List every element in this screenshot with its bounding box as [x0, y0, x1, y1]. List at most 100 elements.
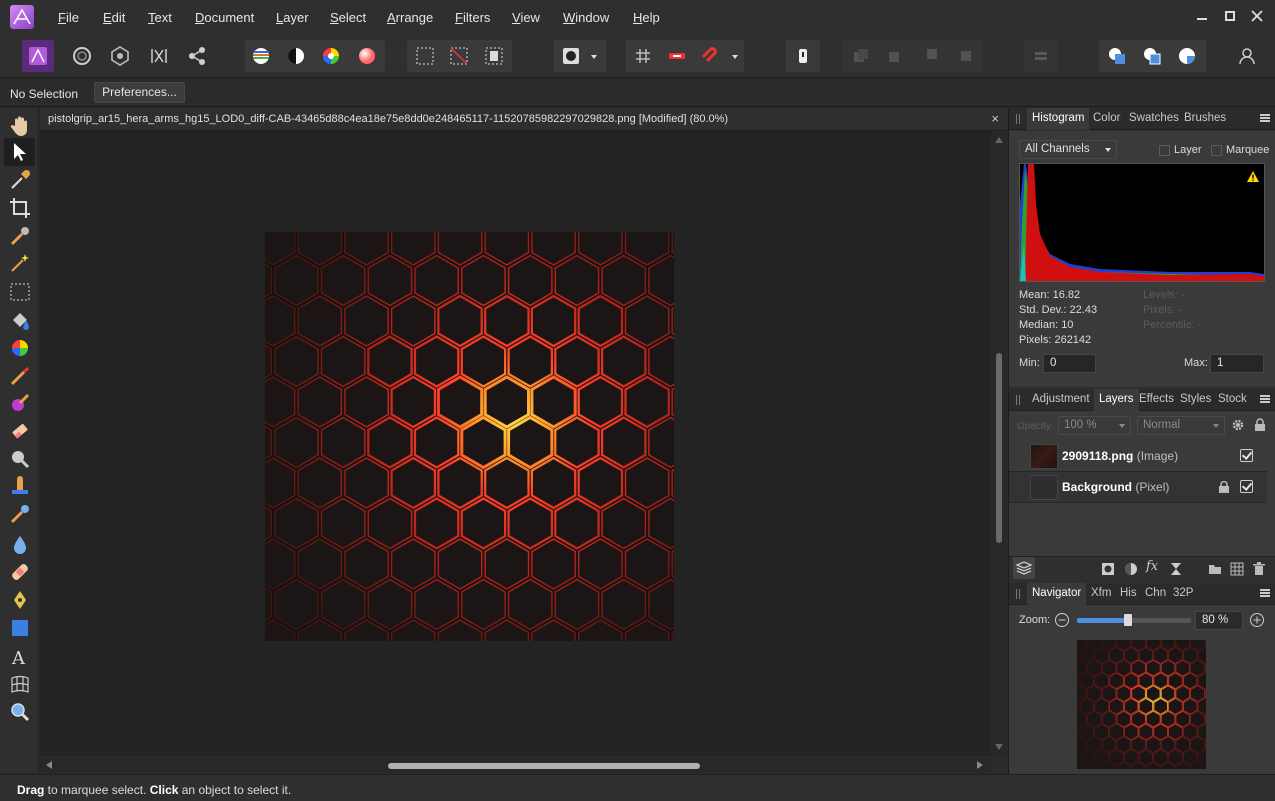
zoom-tool-icon[interactable] — [8, 700, 32, 724]
liquify-persona-icon[interactable] — [66, 40, 98, 72]
panel-menu-icon[interactable] — [1260, 395, 1270, 403]
preferences-button[interactable]: Preferences... — [94, 82, 185, 103]
blend-mode-dropdown[interactable]: Normal — [1137, 416, 1225, 435]
tab-channels[interactable]: Chn — [1145, 587, 1166, 599]
color-wheel-icon[interactable] — [315, 40, 347, 72]
artistic-text-icon[interactable]: A — [8, 645, 32, 669]
tab-adjustment[interactable]: Adjustment — [1032, 393, 1090, 405]
close-document-icon[interactable]: × — [991, 111, 999, 126]
panel-grip-icon[interactable] — [1016, 114, 1020, 124]
move-backward-icon[interactable] — [880, 40, 912, 72]
white-balance-icon[interactable] — [351, 40, 383, 72]
flood-select-icon[interactable] — [8, 251, 32, 275]
move-front-icon[interactable] — [950, 40, 982, 72]
min-field[interactable]: 0 — [1043, 354, 1096, 373]
flood-fill-icon[interactable] — [8, 308, 32, 332]
menu-window[interactable]: Window — [563, 10, 609, 25]
mesh-warp-icon[interactable] — [8, 672, 32, 696]
tab-history[interactable]: His — [1120, 587, 1137, 599]
tab-histogram[interactable]: Histogram — [1027, 108, 1090, 130]
quick-mask-icon[interactable] — [555, 40, 587, 72]
minimize-icon[interactable] — [1194, 8, 1210, 24]
blur-brush-icon[interactable] — [8, 533, 32, 557]
add-shape-icon[interactable] — [1101, 40, 1133, 72]
lock-icon[interactable] — [1254, 418, 1266, 435]
crop-tool-icon[interactable] — [8, 196, 32, 220]
navigator-preview[interactable] — [1077, 640, 1206, 769]
panel-menu-icon[interactable] — [1260, 114, 1270, 122]
tab-navigator[interactable]: Navigator — [1027, 583, 1087, 605]
channel-dropdown[interactable]: All Channels — [1019, 140, 1117, 159]
color-picker-icon[interactable] — [8, 168, 32, 192]
levels-icon[interactable] — [245, 40, 277, 72]
share-icon[interactable] — [181, 40, 213, 72]
layers-stack-icon[interactable] — [1013, 557, 1035, 579]
intersect-shape-icon[interactable] — [1171, 40, 1203, 72]
assistant-icon[interactable] — [661, 40, 693, 72]
contrast-icon[interactable] — [280, 40, 312, 72]
user-account-icon[interactable] — [1231, 40, 1263, 72]
panel-grip-icon[interactable] — [1016, 589, 1020, 599]
develop-persona-icon[interactable] — [104, 40, 136, 72]
live-filter-icon[interactable] — [1169, 562, 1183, 579]
healing-brush-icon[interactable] — [8, 560, 32, 584]
tab-layers[interactable]: Layers — [1094, 389, 1139, 411]
layer-lock-icon[interactable] — [1219, 480, 1229, 496]
paint-brush-icon[interactable] — [8, 364, 32, 388]
opacity-dropdown[interactable]: 100 % — [1058, 416, 1131, 435]
menu-layer[interactable]: Layer — [276, 10, 309, 25]
grid-icon[interactable] — [627, 40, 659, 72]
menu-arrange[interactable]: Arrange — [387, 10, 433, 25]
quick-mask-dropdown-icon[interactable] — [584, 40, 604, 72]
menu-filters[interactable]: Filters — [455, 10, 490, 25]
select-all-icon[interactable] — [409, 40, 441, 72]
photo-persona-icon[interactable] — [22, 40, 54, 72]
canvas[interactable] — [40, 131, 991, 756]
scroll-down-icon[interactable] — [995, 744, 1003, 750]
menu-document[interactable]: Document — [195, 10, 254, 25]
move-tool-icon[interactable] — [4, 138, 35, 166]
add-group-icon[interactable] — [1208, 562, 1222, 579]
tab-color[interactable]: Color — [1093, 112, 1120, 124]
tab-styles[interactable]: Styles — [1180, 393, 1211, 405]
invert-selection-icon[interactable] — [478, 40, 510, 72]
pen-tool-icon[interactable] — [8, 588, 32, 612]
menu-view[interactable]: View — [512, 10, 540, 25]
marquee-checkbox[interactable] — [1211, 145, 1222, 156]
layer-visibility-checkbox[interactable] — [1240, 480, 1253, 493]
menu-edit[interactable]: Edit — [103, 10, 125, 25]
subtract-shape-icon[interactable] — [1136, 40, 1168, 72]
zoom-slider[interactable] — [1077, 614, 1191, 626]
panel-grip-icon[interactable] — [1016, 395, 1020, 405]
zoom-field[interactable]: 80 % — [1195, 611, 1243, 630]
layer-row-image[interactable]: 2909118.png (Image) — [1009, 441, 1267, 472]
horizontal-scrollbar[interactable] — [40, 757, 991, 773]
tab-stock[interactable]: Stock — [1218, 393, 1247, 405]
vertical-scroll-thumb[interactable] — [996, 353, 1002, 543]
layer-row-background[interactable]: Background (Pixel) — [1009, 472, 1267, 503]
delete-layer-icon[interactable] — [1253, 562, 1265, 579]
document-tab[interactable]: pistolgrip_ar15_hera_arms_hg15_LOD0_diff… — [40, 108, 1007, 131]
panel-menu-icon[interactable] — [1260, 589, 1270, 597]
tab-transform[interactable]: Xfm — [1091, 587, 1111, 599]
adjustment-layer-icon[interactable] — [1124, 562, 1138, 579]
move-forward-icon[interactable] — [915, 40, 947, 72]
force-pressure-icon[interactable] — [787, 40, 819, 72]
menu-text[interactable]: Text — [148, 10, 172, 25]
menu-help[interactable]: Help — [633, 10, 660, 25]
document-image[interactable] — [265, 232, 674, 641]
menu-select[interactable]: Select — [330, 10, 366, 25]
scroll-left-icon[interactable] — [46, 761, 52, 769]
tab-effects[interactable]: Effects — [1139, 393, 1174, 405]
zoom-out-icon[interactable] — [1054, 612, 1070, 631]
dodge-brush-icon[interactable] — [8, 447, 32, 471]
scroll-up-icon[interactable] — [995, 137, 1003, 143]
layer-settings-gear-icon[interactable] — [1231, 418, 1245, 435]
tab-32bit-preview[interactable]: 32P — [1173, 587, 1193, 599]
snapping-magnet-icon[interactable] — [696, 40, 728, 72]
scroll-right-icon[interactable] — [977, 761, 983, 769]
tab-swatches[interactable]: Swatches — [1129, 112, 1179, 124]
tone-mapping-persona-icon[interactable] — [143, 40, 175, 72]
add-pixel-layer-icon[interactable] — [1230, 562, 1244, 579]
layer-checkbox[interactable] — [1159, 145, 1170, 156]
